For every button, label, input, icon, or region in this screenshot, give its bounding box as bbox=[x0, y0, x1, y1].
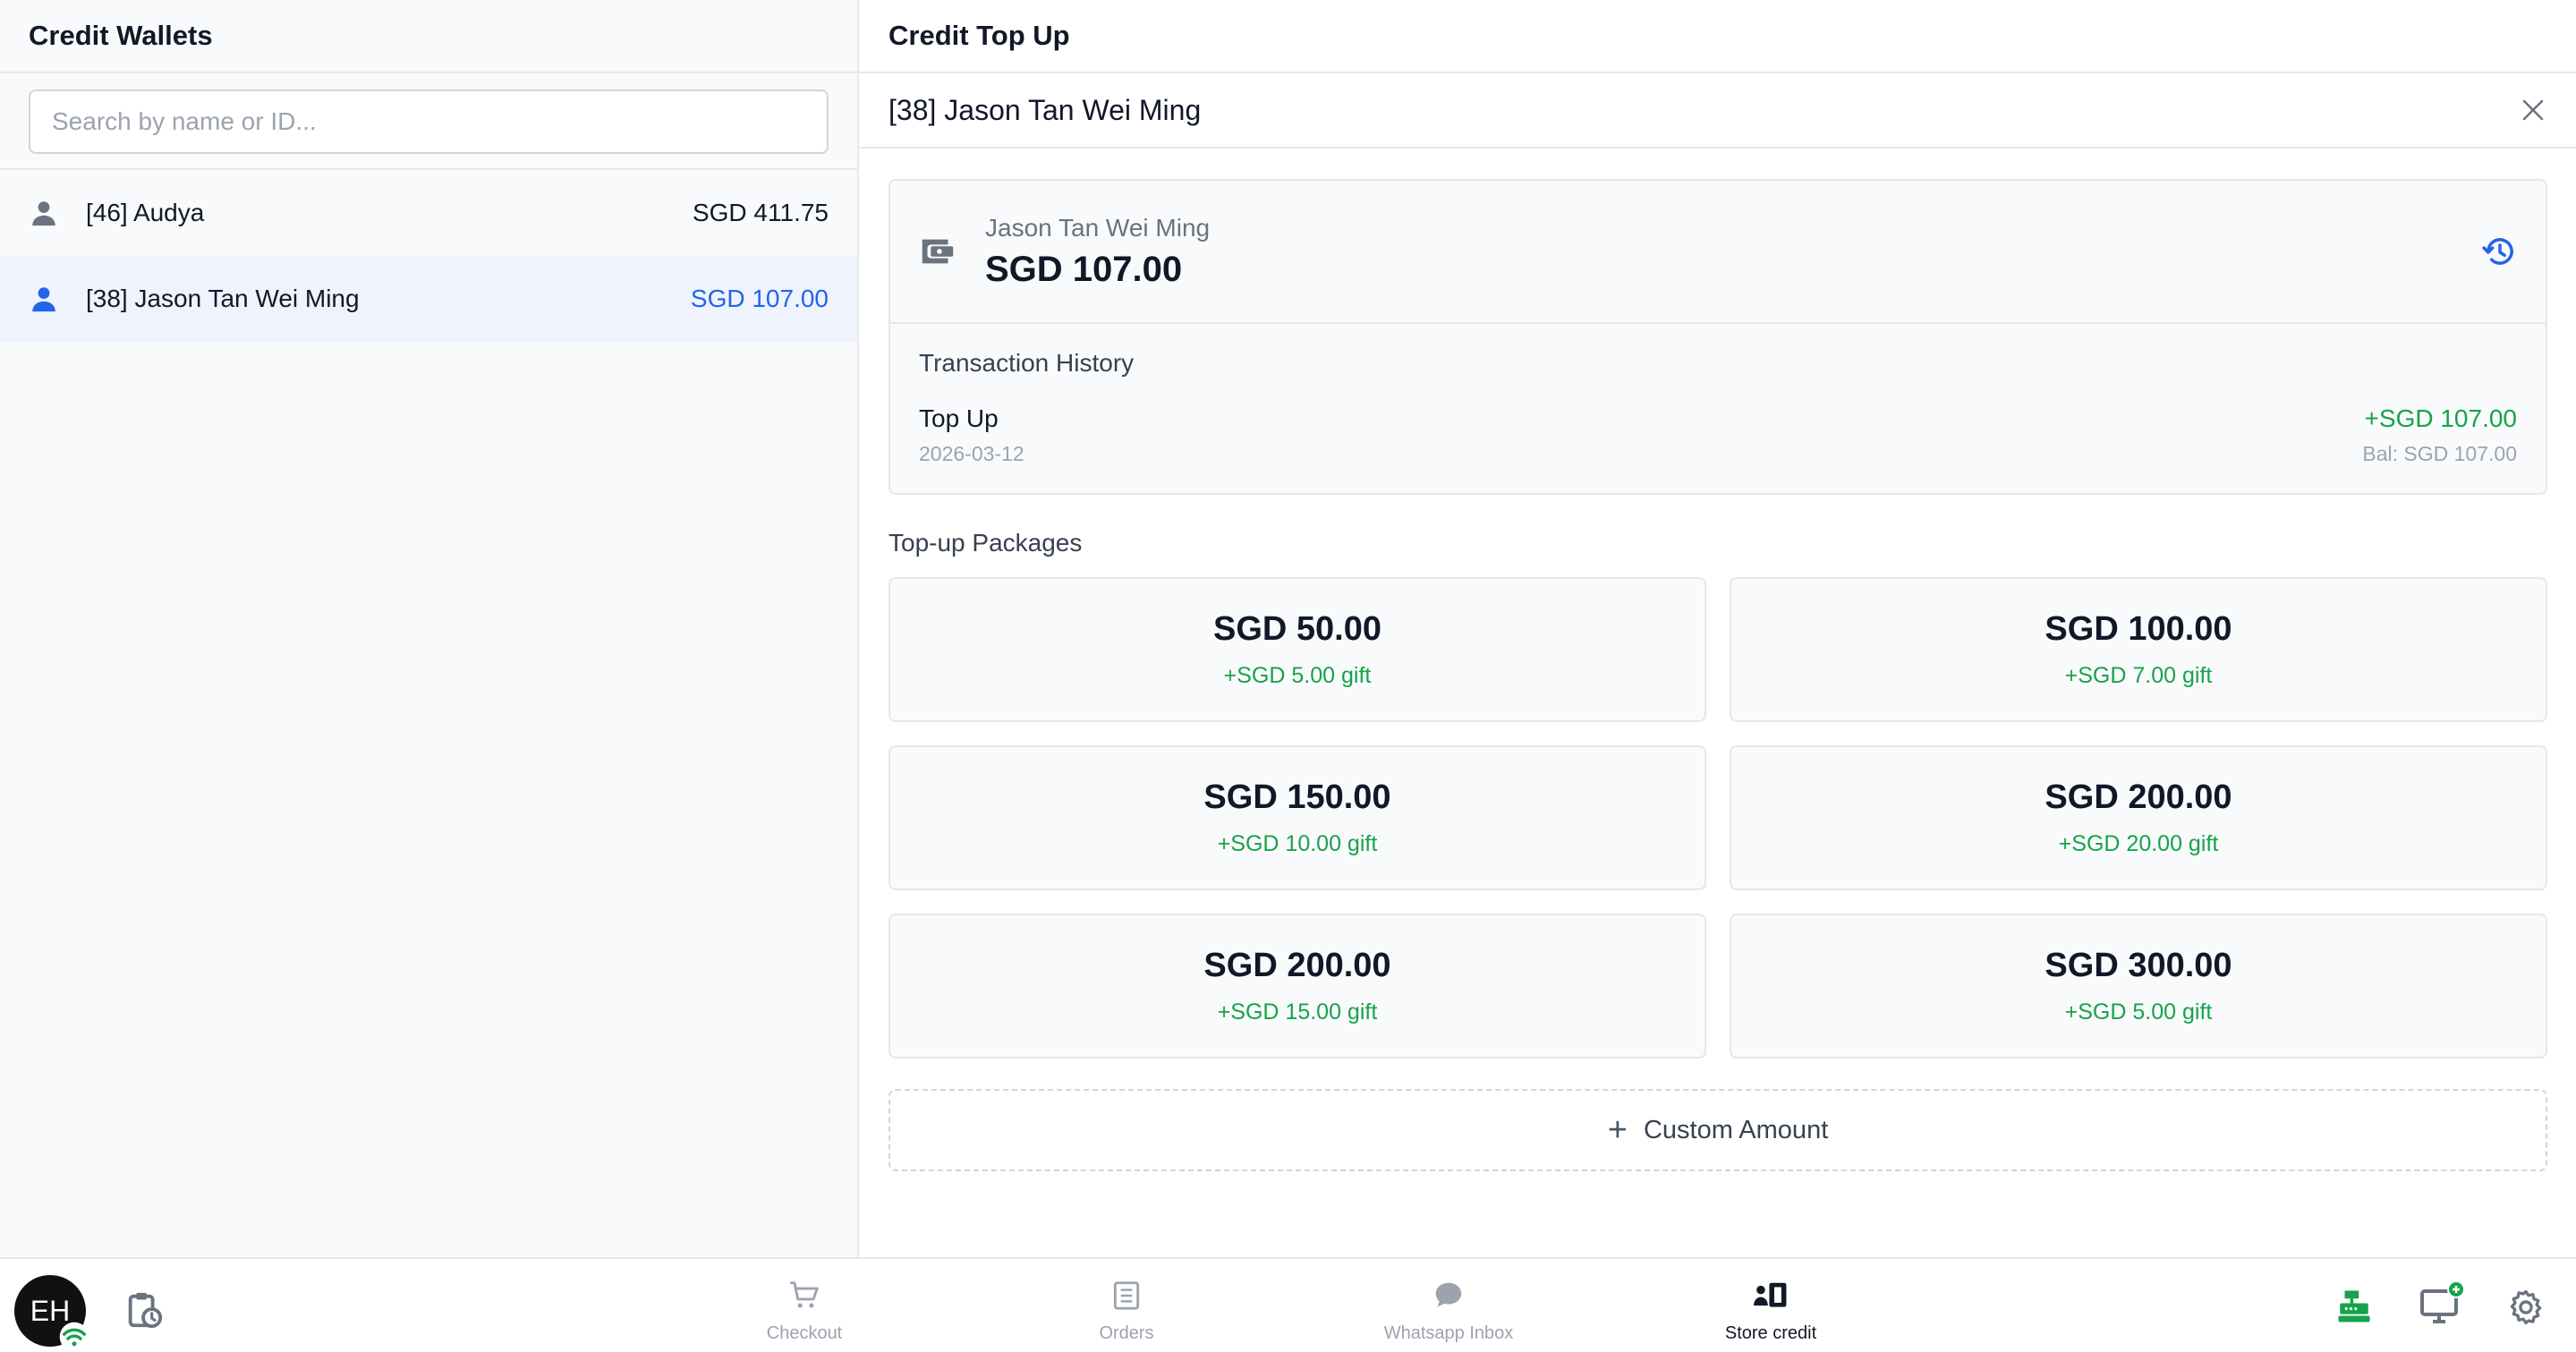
package-gift: +SGD 5.00 gift bbox=[1223, 663, 1372, 688]
package-card[interactable]: SGD 50.00 +SGD 5.00 gift bbox=[888, 577, 1706, 722]
transaction-history: Transaction History Top Up 2026-03-12 +S… bbox=[890, 324, 2546, 493]
wallets-panel-title: Credit Wallets bbox=[0, 0, 857, 73]
package-amount: SGD 150.00 bbox=[1203, 778, 1391, 816]
wifi-icon bbox=[59, 1322, 89, 1352]
custom-amount-button[interactable]: + Custom Amount bbox=[888, 1089, 2547, 1171]
monitor-icon[interactable] bbox=[2419, 1280, 2465, 1325]
package-amount: SGD 200.00 bbox=[1203, 947, 1391, 984]
store-credit-icon bbox=[1754, 1282, 1787, 1307]
custom-amount-label: Custom Amount bbox=[1643, 1115, 1829, 1144]
package-amount: SGD 200.00 bbox=[2045, 778, 2232, 816]
package-gift: +SGD 10.00 gift bbox=[1217, 831, 1378, 856]
transaction-history-title: Transaction History bbox=[919, 349, 1135, 377]
wallet-summary-card: Jason Tan Wei Ming SGD 107.00 Transactio… bbox=[888, 179, 2547, 495]
close-icon[interactable] bbox=[2520, 97, 2546, 123]
packages-grid: SGD 50.00 +SGD 5.00 gift SGD 100.00 +SGD… bbox=[888, 577, 2547, 1059]
transaction-row: Top Up 2026-03-12 +SGD 107.00 Bal: SGD 1… bbox=[919, 404, 2517, 466]
package-card[interactable]: SGD 100.00 +SGD 7.00 gift bbox=[1730, 577, 2547, 722]
customer-header-label: [38] Jason Tan Wei Ming bbox=[888, 93, 1202, 126]
chat-bubble-icon bbox=[1435, 1282, 1462, 1307]
wallet-icon bbox=[922, 239, 954, 264]
package-card[interactable]: SGD 200.00 +SGD 15.00 gift bbox=[888, 914, 1706, 1059]
wallet-item-selected[interactable]: [38] Jason Tan Wei Ming SGD 107.00 bbox=[0, 256, 857, 342]
cash-register-icon[interactable] bbox=[2334, 1288, 2374, 1325]
package-gift: +SGD 15.00 gift bbox=[1217, 999, 1378, 1025]
nav-orders[interactable]: Orders bbox=[1037, 1279, 1216, 1344]
bottom-nav-bar: EH Checkout Orders Whatsapp Inbox Store … bbox=[0, 1257, 2576, 1352]
package-gift: +SGD 20.00 gift bbox=[2058, 831, 2219, 856]
transaction-date: 2026-03-12 bbox=[919, 442, 1024, 465]
wallet-customer-name: Jason Tan Wei Ming bbox=[985, 213, 1211, 242]
search-input[interactable] bbox=[29, 89, 829, 154]
wallet-item-balance: SGD 411.75 bbox=[692, 199, 829, 226]
package-gift: +SGD 7.00 gift bbox=[2064, 663, 2213, 688]
package-card[interactable]: SGD 300.00 +SGD 5.00 gift bbox=[1730, 914, 2547, 1059]
credit-wallets-panel: Credit Wallets [46] Audya SGD 411.75 [38… bbox=[0, 0, 859, 1257]
topup-panel-title: Credit Top Up bbox=[859, 0, 2576, 73]
wallet-balance: SGD 107.00 bbox=[985, 249, 1183, 289]
nav-store-credit-label: Store credit bbox=[1724, 1323, 1817, 1343]
nav-store-credit[interactable]: Store credit bbox=[1681, 1279, 1860, 1344]
person-icon bbox=[32, 201, 55, 226]
person-icon bbox=[32, 287, 55, 312]
wallet-item-label: [46] Audya bbox=[86, 199, 205, 226]
transaction-amount: +SGD 107.00 bbox=[2364, 404, 2517, 432]
transaction-type: Top Up bbox=[919, 404, 999, 432]
wallet-balance-section: Jason Tan Wei Ming SGD 107.00 bbox=[890, 181, 2546, 324]
package-card[interactable]: SGD 150.00 +SGD 10.00 gift bbox=[888, 745, 1706, 890]
orders-icon bbox=[1113, 1281, 1140, 1310]
package-amount: SGD 50.00 bbox=[1213, 610, 1382, 648]
clipboard-clock-icon[interactable] bbox=[123, 1289, 165, 1331]
wallet-item-balance: SGD 107.00 bbox=[690, 285, 829, 312]
packages-title: Top-up Packages bbox=[888, 529, 1083, 557]
history-icon[interactable] bbox=[2481, 233, 2519, 270]
package-gift: +SGD 5.00 gift bbox=[2064, 999, 2213, 1025]
package-amount: SGD 300.00 bbox=[2045, 947, 2232, 984]
nav-orders-label: Orders bbox=[1099, 1323, 1154, 1343]
package-card[interactable]: SGD 200.00 +SGD 20.00 gift bbox=[1730, 745, 2547, 890]
app-window: Credit Wallets [46] Audya SGD 411.75 [38… bbox=[0, 0, 2576, 1352]
wallet-item[interactable]: [46] Audya SGD 411.75 bbox=[0, 170, 857, 256]
search-bar bbox=[0, 73, 857, 170]
credit-topup-panel: Credit Top Up [38] Jason Tan Wei Ming Ja… bbox=[859, 0, 2576, 1257]
nav-checkout-label: Checkout bbox=[766, 1323, 843, 1343]
wallet-item-label: [38] Jason Tan Wei Ming bbox=[86, 285, 360, 312]
customer-header: [38] Jason Tan Wei Ming bbox=[859, 73, 2576, 149]
nav-whatsapp-inbox[interactable]: Whatsapp Inbox bbox=[1359, 1279, 1538, 1344]
topup-content: Jason Tan Wei Ming SGD 107.00 Transactio… bbox=[888, 179, 2547, 1171]
gear-icon[interactable] bbox=[2506, 1288, 2546, 1327]
cart-icon bbox=[790, 1281, 819, 1308]
plus-icon: + bbox=[1607, 1110, 1628, 1149]
package-amount: SGD 100.00 bbox=[2045, 610, 2232, 648]
nav-checkout[interactable]: Checkout bbox=[715, 1279, 894, 1344]
nav-whatsapp-inbox-label: Whatsapp Inbox bbox=[1383, 1323, 1514, 1343]
transaction-balance: Bal: SGD 107.00 bbox=[2362, 442, 2517, 465]
